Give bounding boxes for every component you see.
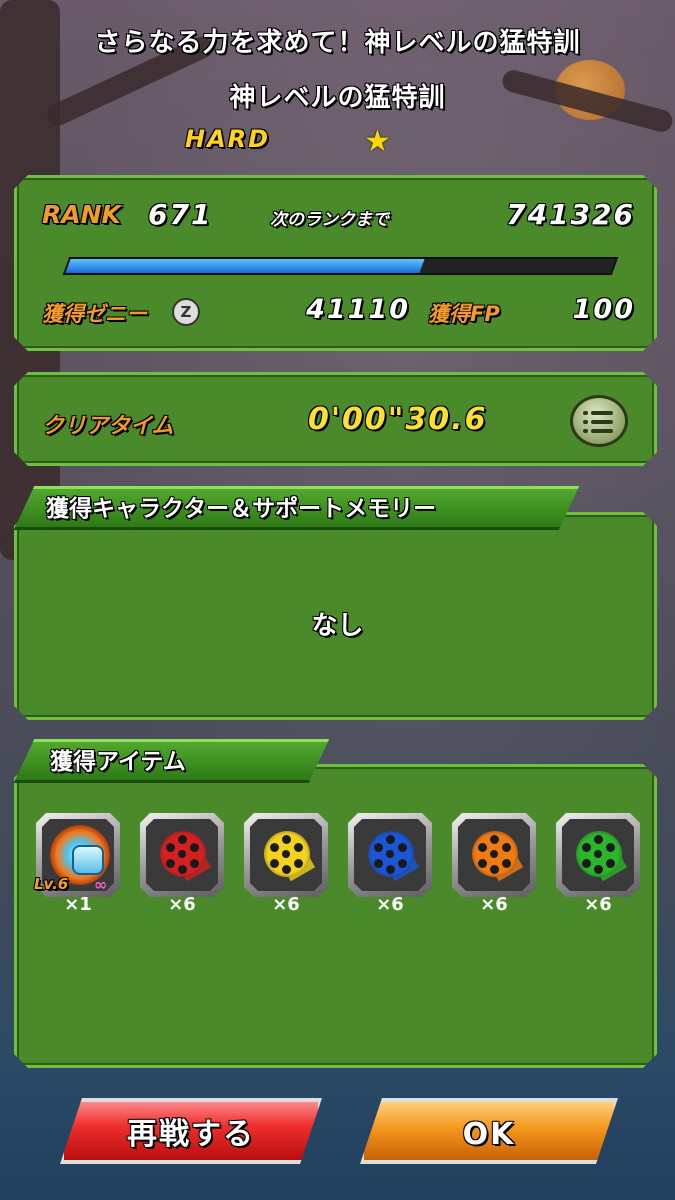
item-quantity: ×6 bbox=[480, 894, 508, 915]
exp-progress-bar bbox=[62, 257, 619, 275]
film-reel-icon bbox=[368, 831, 414, 877]
item-yellow-reel[interactable] bbox=[244, 813, 328, 897]
exp-progress-fill bbox=[65, 259, 425, 273]
retry-button[interactable]: 再戦する bbox=[60, 1098, 322, 1164]
fp-label: 獲得FP bbox=[427, 301, 500, 326]
item-orange-reel[interactable] bbox=[452, 813, 536, 897]
item-quantity: ×6 bbox=[168, 894, 196, 915]
next-rank-value: 741326 bbox=[505, 197, 635, 231]
film-reel-icon bbox=[576, 831, 622, 877]
film-reel-icon bbox=[160, 831, 206, 877]
items-section-title: 獲得アイテム bbox=[49, 748, 186, 775]
item-green-reel[interactable] bbox=[556, 813, 640, 897]
infinity-icon: ∞ bbox=[94, 875, 108, 894]
zeni-icon: Z bbox=[172, 298, 200, 326]
item-level: Lv.6 bbox=[33, 874, 69, 893]
stage-subtitle: 神レベルの猛特訓 bbox=[229, 82, 446, 113]
zeni-label: 獲得ゼニー bbox=[41, 301, 147, 326]
clear-time-value: 0'00"30.6 bbox=[307, 401, 488, 437]
rank-value: 671 bbox=[147, 197, 213, 231]
items-panel bbox=[14, 764, 657, 1068]
item-blue-reel[interactable] bbox=[348, 813, 432, 897]
item-quantity: ×6 bbox=[584, 894, 612, 915]
next-rank-label: 次のランクまで bbox=[269, 209, 389, 230]
list-icon[interactable] bbox=[570, 395, 628, 447]
item-quantity: ×1 bbox=[64, 894, 92, 915]
clear-time-label: クリアタイム bbox=[41, 413, 174, 439]
zeni-value: 41110 bbox=[305, 293, 410, 325]
star-icon: ★ bbox=[364, 124, 391, 159]
item-red-reel[interactable] bbox=[140, 813, 224, 897]
rank-label: RANK bbox=[41, 199, 121, 229]
characters-section-title: 獲得キャラクター＆サポートメモリー bbox=[45, 495, 437, 522]
item-quantity: ×6 bbox=[272, 894, 300, 915]
characters-empty-text: なし bbox=[311, 610, 364, 641]
item-orb[interactable]: Lv.6 ∞ bbox=[33, 813, 120, 897]
film-reel-icon bbox=[472, 831, 518, 877]
film-reel-icon bbox=[264, 831, 310, 877]
item-quantity: ×6 bbox=[376, 894, 404, 915]
difficulty-label: HARD bbox=[184, 124, 271, 153]
ok-button[interactable]: OK bbox=[360, 1098, 618, 1164]
fp-value: 100 bbox=[572, 293, 635, 325]
stage-title: さらなる力を求めて！神レベルの猛特訓 bbox=[94, 27, 581, 58]
